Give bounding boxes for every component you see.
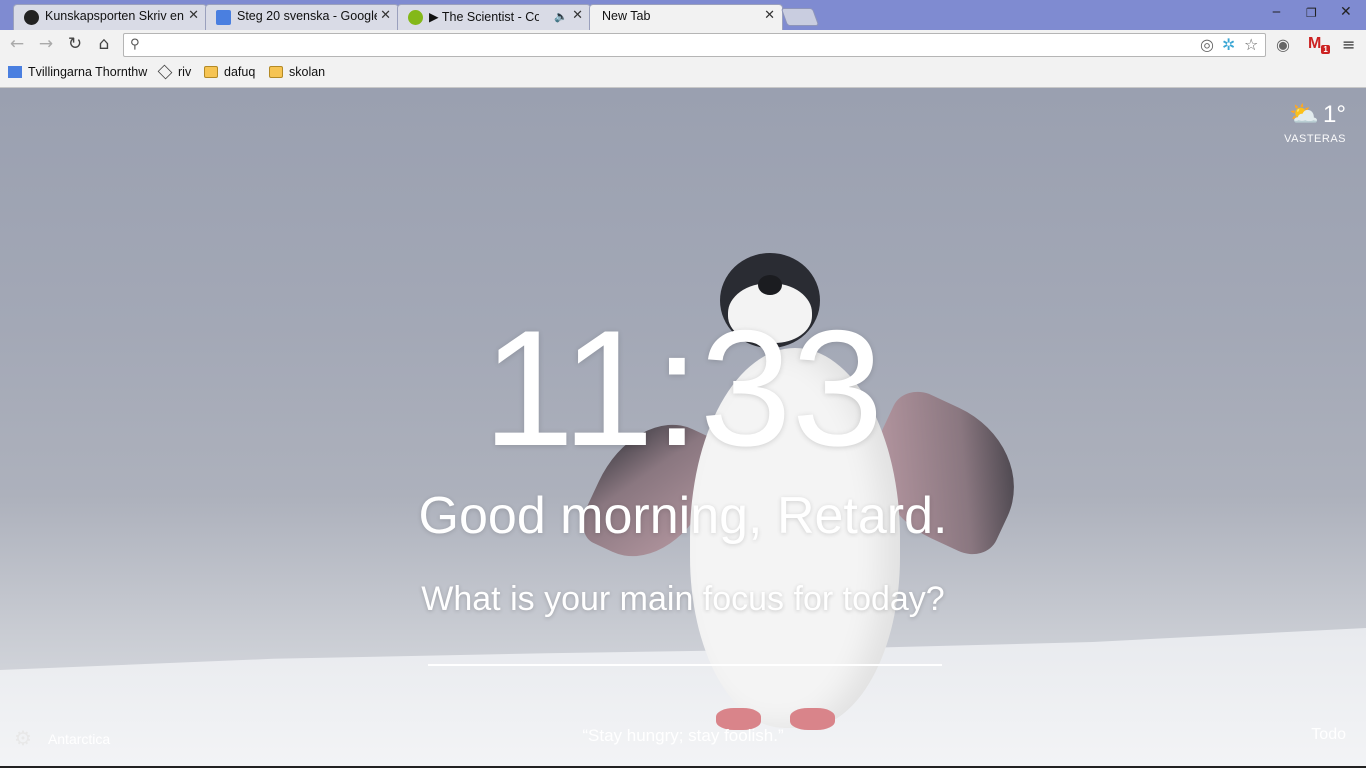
penguin-beak — [758, 275, 782, 295]
tab-title: Kunskapsporten Skriv en — [45, 9, 184, 23]
location-icon[interactable]: ◎ — [1200, 35, 1214, 54]
bookmark-skolan[interactable]: skolan — [269, 65, 325, 83]
back-icon[interactable]: ← — [7, 34, 27, 54]
tab-title: ▶ The Scientist - Cold — [429, 10, 539, 24]
gmail-badge: 1 — [1321, 45, 1330, 55]
weather-location: VASTERAS — [1284, 133, 1346, 145]
address-input[interactable] — [150, 36, 1194, 56]
extension-icon[interactable]: ✲ — [1222, 35, 1235, 54]
bookmark-label: dafuq — [224, 65, 256, 79]
reload-icon[interactable]: ↻ — [65, 34, 85, 54]
focus-input[interactable] — [428, 626, 942, 666]
greeting: Good morning, Retard. — [418, 487, 948, 545]
google-icon — [8, 66, 22, 78]
minimize-icon[interactable]: ‒ — [1272, 4, 1281, 20]
search-icon: ⚲ — [130, 37, 140, 52]
weather-temperature: 1° — [1323, 100, 1346, 128]
close-icon[interactable]: ✕ — [764, 8, 775, 23]
folder-icon — [204, 66, 218, 78]
gmail-icon[interactable]: M1 — [1308, 35, 1330, 55]
bookmark-riv[interactable]: riv — [157, 64, 192, 83]
star-icon[interactable]: ☆ — [1244, 35, 1258, 54]
tab-title: New Tab — [602, 9, 651, 23]
ghostery-icon[interactable]: ◉ — [1276, 35, 1290, 54]
close-icon[interactable]: ✕ — [380, 8, 391, 23]
bookmark-label: Tvillingarna Thornthw — [28, 65, 148, 79]
partly-cloudy-icon: ⛅ — [1289, 101, 1320, 128]
omnibox[interactable]: ⚲ — [123, 33, 1266, 57]
menu-icon[interactable]: ≡ — [1342, 35, 1355, 54]
new-tab-button[interactable] — [780, 8, 820, 26]
speaker-icon: 🔈 — [554, 10, 568, 23]
github-icon — [24, 10, 39, 25]
tab-title: Steg 20 svenska - Google — [237, 9, 377, 23]
weather-widget[interactable]: ⛅ 1° VASTERAS — [1284, 100, 1346, 146]
tab-newtab[interactable]: New Tab ✕ — [589, 4, 783, 31]
window-close-icon[interactable]: ✕ — [1340, 4, 1352, 20]
browser-toolbar: ← → ↻ ⌂ ⚲ ◎ ✲ ☆ ◉ M1 ≡ — [0, 30, 1366, 60]
bookmark-dafuq[interactable]: dafuq — [204, 65, 255, 83]
quote: “Stay hungry; stay foolish.” — [582, 726, 784, 745]
forward-icon[interactable]: → — [36, 34, 56, 54]
bookmark-tvillingarna[interactable]: Tvillingarna Thornthw — [8, 65, 147, 83]
bookmark-label: riv — [178, 65, 192, 79]
todo-button[interactable]: Todo — [1311, 726, 1346, 744]
maximize-icon[interactable]: ❐ — [1306, 6, 1317, 20]
tab-spotify[interactable]: ▶ The Scientist - Cold 🔈 ✕ — [397, 4, 591, 30]
cube-icon — [157, 64, 173, 80]
home-icon[interactable]: ⌂ — [94, 34, 114, 54]
docs-icon — [216, 10, 231, 25]
momentum-new-tab: ⛅ 1° VASTERAS 11:33 Good morning, Retard… — [0, 88, 1366, 768]
bookmarks-bar: Tvillingarna Thornthw riv dafuq skolan — [0, 60, 1366, 88]
tab-kunskapsporten[interactable]: Kunskapsporten Skriv en ✕ — [13, 4, 207, 30]
tab-steg20[interactable]: Steg 20 svenska - Google ✕ — [205, 4, 399, 30]
bookmark-label: skolan — [289, 65, 326, 79]
spotify-icon — [408, 10, 423, 25]
close-icon[interactable]: ✕ — [188, 8, 199, 23]
folder-icon — [269, 66, 283, 78]
clock: 11:33 — [482, 296, 884, 480]
tab-strip: Kunskapsporten Skriv en ✕ Steg 20 svensk… — [0, 0, 1366, 31]
focus-question: What is your main focus for today? — [421, 580, 945, 618]
close-icon[interactable]: ✕ — [572, 8, 583, 23]
